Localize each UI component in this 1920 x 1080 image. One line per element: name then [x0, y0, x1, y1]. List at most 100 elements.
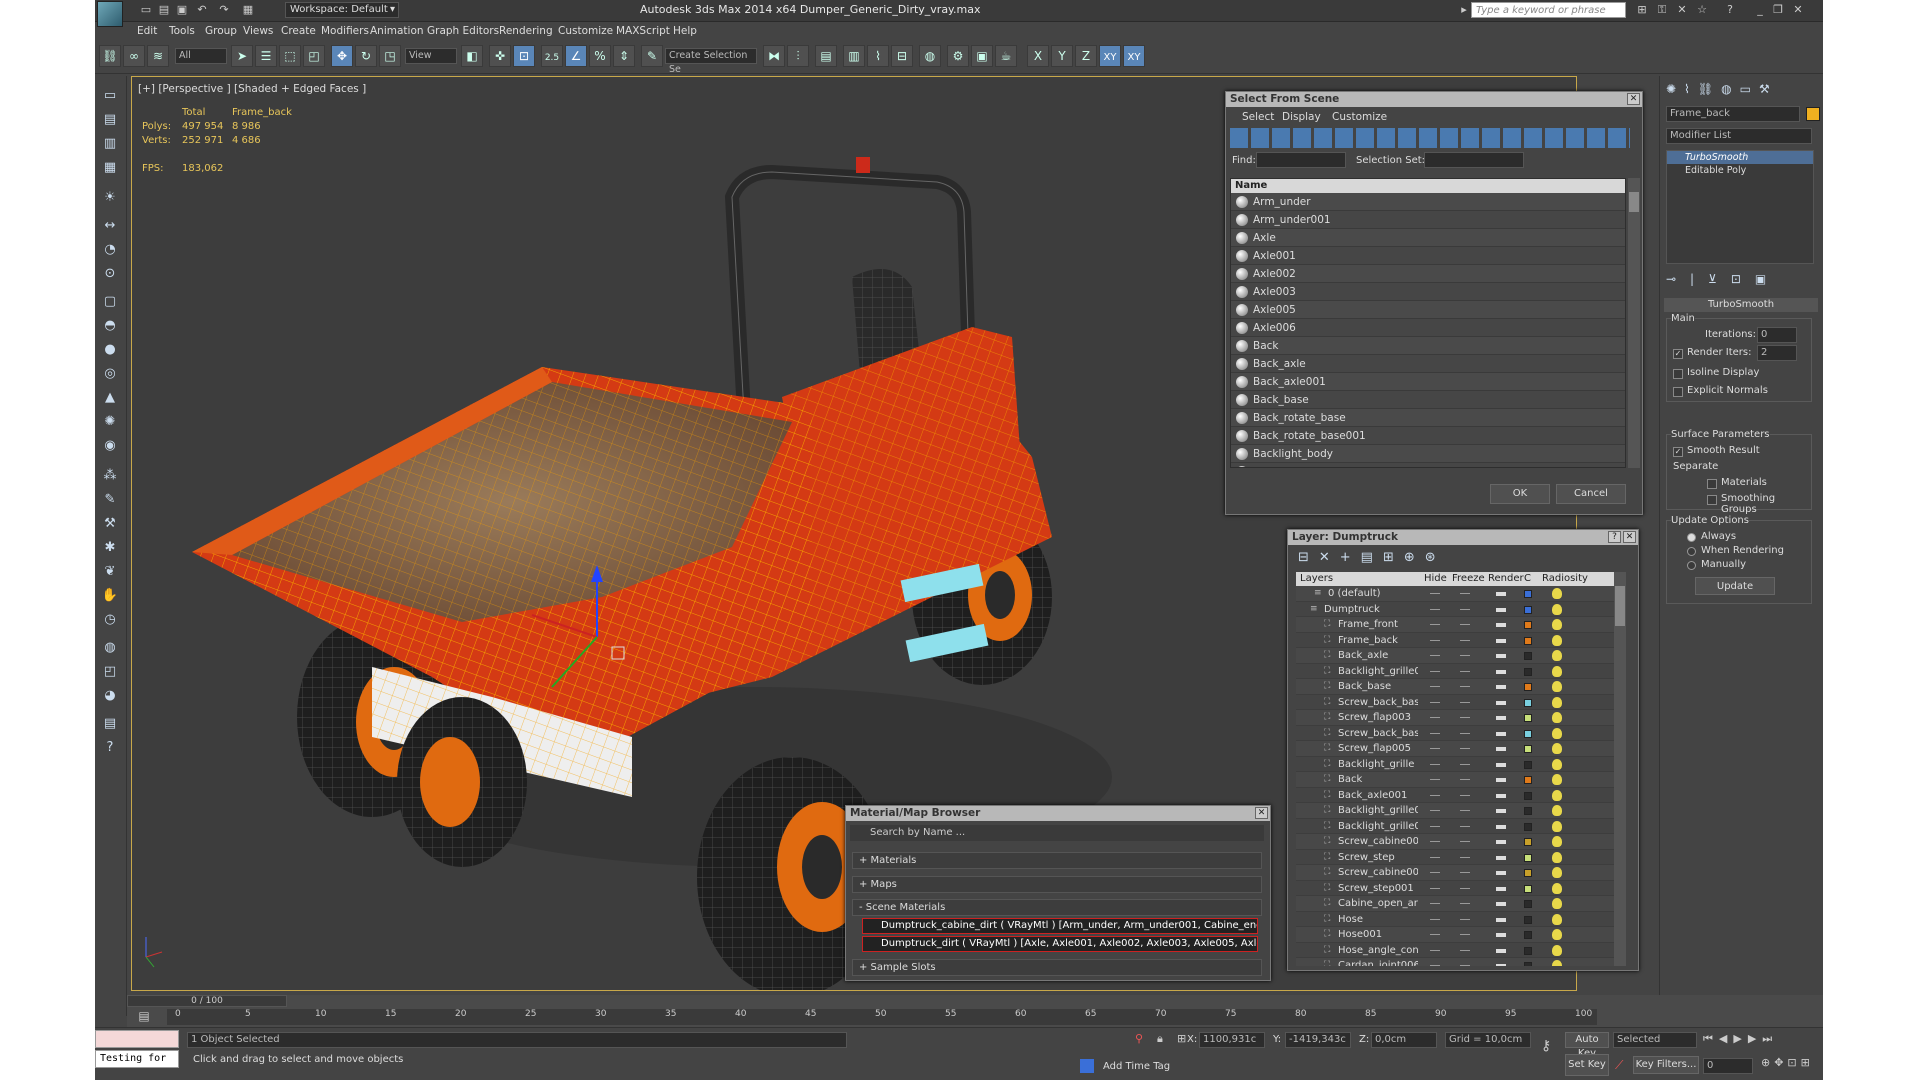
list-item[interactable]: Back_axle001 [1231, 373, 1625, 391]
hide-toggle[interactable] [1430, 872, 1440, 873]
name-column-header[interactable]: Name [1231, 179, 1625, 193]
angle-snap-icon[interactable]: ∠ [565, 45, 587, 67]
freeze-toggle[interactable] [1460, 794, 1470, 796]
scene-explorer-icon[interactable]: ▥ [99, 134, 121, 154]
axis-z-button[interactable]: Z [1075, 45, 1097, 67]
material-search-input[interactable]: Search by Name ... [850, 825, 1264, 841]
table-row[interactable]: ⛶ Back_axle [1296, 648, 1626, 664]
set-key-icon[interactable]: ⟋ [1615, 1058, 1623, 1073]
particles-icon[interactable]: ⁂ [99, 466, 121, 486]
radiosity-bulb-icon[interactable] [1552, 696, 1562, 708]
list-item[interactable]: Back [1231, 337, 1625, 355]
render-toggle[interactable] [1496, 778, 1506, 782]
unlink-icon[interactable]: ∞ [123, 45, 145, 67]
render-iters-checkbox[interactable]: ✓ [1673, 349, 1683, 359]
add-time-tag-button[interactable]: Add Time Tag [1103, 1061, 1170, 1072]
hide-toggle[interactable] [1430, 887, 1440, 889]
select-move-icon[interactable]: ✥ [331, 45, 353, 67]
box-icon[interactable]: ▢ [99, 292, 121, 312]
modifier-stack[interactable]: TurboSmooth Editable Poly [1666, 150, 1814, 264]
freeze-toggle[interactable] [1460, 825, 1470, 827]
freeze-toggle[interactable] [1460, 608, 1470, 610]
manipulate-icon[interactable]: ✜ [489, 45, 511, 67]
table-row[interactable]: ⛶ Backlight_grille0( [1296, 818, 1626, 834]
graphite-icon[interactable]: ▤ [99, 110, 121, 130]
table-row[interactable]: ⛶ Screw_cabine00 [1296, 865, 1626, 881]
render-toggle[interactable] [1496, 948, 1506, 953]
selection-filter-select[interactable]: All [175, 48, 227, 64]
radiosity-bulb-icon[interactable] [1552, 774, 1562, 785]
absolute-mode-icon[interactable]: ⊞ [1177, 1032, 1186, 1045]
hide-toggle[interactable] [1430, 949, 1440, 951]
minimize-icon[interactable]: _ [1753, 3, 1767, 17]
col-radiosity[interactable]: Radiosity [1542, 572, 1588, 586]
layer-color-swatch[interactable] [1524, 915, 1532, 924]
layer-color-swatch[interactable] [1524, 776, 1532, 784]
video-icon[interactable]: ⊙ [99, 264, 121, 284]
clock-icon[interactable]: ◷ [99, 610, 121, 630]
list-item[interactable]: Arm_under [1231, 193, 1625, 211]
curve-editor-icon[interactable]: ⌇ [867, 45, 889, 67]
layer-scrollbar[interactable] [1614, 572, 1626, 966]
layer-color-swatch[interactable] [1524, 698, 1532, 707]
freeze-toggle[interactable] [1460, 779, 1470, 780]
track-bar[interactable]: 0 5 10 15 20 25 30 35 40 45 50 55 60 65 70 75 80 85 90 95 10… [167, 1009, 1597, 1025]
table-row[interactable]: ⛶ Screw_cabine00! [1296, 834, 1626, 850]
hide-toggle[interactable] [1430, 918, 1440, 920]
ribbon-icon[interactable]: ▥ [843, 45, 865, 67]
filter-toolbar[interactable] [1230, 128, 1630, 148]
radiosity-bulb-icon[interactable] [1552, 789, 1562, 801]
scene-material-row[interactable]: Dumptruck_dirt ( VRayMtl ) [Axle, Axle00… [862, 936, 1258, 952]
hand-icon[interactable]: ✋ [99, 586, 121, 606]
close-icon[interactable]: ✕ [1255, 807, 1268, 819]
menu-customize[interactable]: Customize [558, 25, 613, 37]
list-item[interactable]: Axle005 [1231, 301, 1625, 319]
reference-coord-select[interactable]: View [405, 48, 457, 64]
hide-toggle[interactable] [1430, 965, 1440, 966]
when-rendering-radio[interactable] [1687, 547, 1696, 556]
favorites-icon[interactable]: ☆ [1695, 3, 1709, 17]
menu-select[interactable]: Select [1242, 111, 1274, 123]
list-item[interactable]: Arm_under001 [1231, 211, 1625, 229]
explicit-normals-checkbox[interactable] [1673, 387, 1683, 397]
table-row[interactable]: ⛶ Screw_step001 [1296, 880, 1626, 896]
table-row[interactable]: ⛶ Cardan_joint006 [1296, 958, 1626, 966]
table-row[interactable]: ⛶ Screw_flap005 [1296, 741, 1626, 757]
hide-toggle[interactable] [1430, 810, 1440, 811]
render-toggle[interactable] [1496, 855, 1506, 860]
layer-color-swatch[interactable] [1524, 869, 1532, 877]
cone-icon[interactable]: ▲ [99, 388, 121, 408]
freeze-toggle[interactable] [1460, 872, 1470, 873]
col-color[interactable]: C [1524, 572, 1531, 586]
freeze-toggle[interactable] [1460, 887, 1470, 889]
globe-icon[interactable]: ◍ [99, 638, 121, 658]
radiosity-bulb-icon[interactable] [1552, 805, 1562, 816]
hide-toggle[interactable] [1430, 639, 1440, 641]
hide-toggle[interactable] [1430, 779, 1440, 780]
render-toggle[interactable] [1496, 669, 1506, 674]
maxscript-input[interactable]: Testing for [95, 1050, 179, 1068]
x-coordinate-input[interactable]: 1100,931c [1199, 1032, 1265, 1048]
section-sample-slots[interactable]: + Sample Slots [852, 959, 1262, 976]
hide-toggle[interactable] [1430, 670, 1440, 672]
col-render[interactable]: Render [1488, 572, 1524, 586]
radiosity-bulb-icon[interactable] [1552, 634, 1562, 646]
render-toggle[interactable] [1496, 592, 1506, 596]
render-toggle[interactable] [1496, 654, 1506, 658]
menu-graph-editors[interactable]: Graph Editors [427, 25, 499, 37]
isolate-icon[interactable]: ⚲ [1135, 1032, 1143, 1045]
list-item[interactable]: Back_rotate_base001 [1231, 427, 1625, 445]
freeze-toggle[interactable] [1460, 655, 1470, 656]
list-item[interactable]: Axle002 [1231, 265, 1625, 283]
radiosity-bulb-icon[interactable] [1552, 960, 1562, 966]
communication-icon[interactable]: ✕ [1675, 3, 1689, 17]
y-coordinate-input[interactable]: -1419,343c [1285, 1032, 1351, 1048]
hide-toggle[interactable] [1430, 701, 1440, 703]
layer-color-swatch[interactable] [1524, 760, 1532, 769]
layer-color-swatch[interactable] [1524, 962, 1532, 966]
current-frame-input[interactable]: 0 [1703, 1058, 1753, 1074]
layer-color-swatch[interactable] [1524, 729, 1532, 738]
close-icon[interactable]: ✕ [1791, 3, 1805, 17]
render-toggle[interactable] [1496, 685, 1506, 689]
section-materials[interactable]: + Materials [852, 852, 1262, 869]
